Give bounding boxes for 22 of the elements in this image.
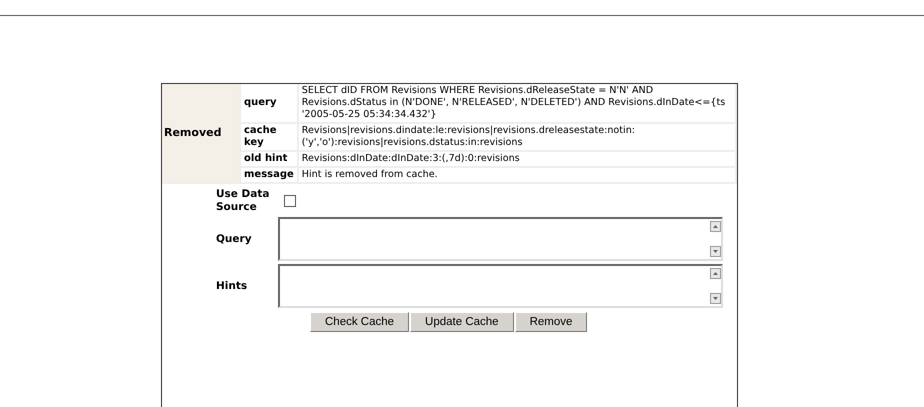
row-label: query [241, 84, 299, 124]
field-label: Hints [215, 280, 248, 292]
use-data-source-checkbox[interactable] [284, 195, 296, 207]
scroll-down-icon[interactable] [710, 246, 721, 257]
row-value: Hint is removed from cache. [298, 168, 737, 184]
text-area[interactable] [278, 264, 723, 308]
group-label: Removed [162, 84, 241, 184]
scroll-up-icon[interactable] [710, 268, 721, 279]
text-area[interactable] [278, 217, 723, 261]
action-button[interactable]: Update Cache [410, 312, 514, 332]
field-label: Query [215, 232, 253, 246]
action-button[interactable]: Check Cache [310, 312, 410, 332]
action-button[interactable]: Remove [514, 312, 588, 332]
row-label: cache key [241, 124, 299, 152]
row-value: Revisions|revisions.dindate:le:revisions|revisions.dreleasestate:notin:('y','o'):revisions|revisions.dstatus:in:revisions [298, 124, 737, 152]
scroll-down-icon[interactable] [710, 293, 721, 304]
row-label: message [241, 168, 299, 184]
scroll-up-icon[interactable] [710, 221, 721, 232]
use-data-source-label: Use Data Source [215, 188, 270, 214]
row-label: old hint [241, 152, 299, 168]
row-value: SELECT dID FROM Revisions WHERE Revisions.dReleaseState = N'N' AND Revisions.dStatus in (N'DONE', N'RELEASED', N'DELETED') AND Revisions.dInDate<={ts '2005-05-25 05:34:34.432'} [298, 84, 737, 124]
row-value: Revisions:dInDate:dInDate:3:(,7d):0:revisions [298, 152, 737, 168]
